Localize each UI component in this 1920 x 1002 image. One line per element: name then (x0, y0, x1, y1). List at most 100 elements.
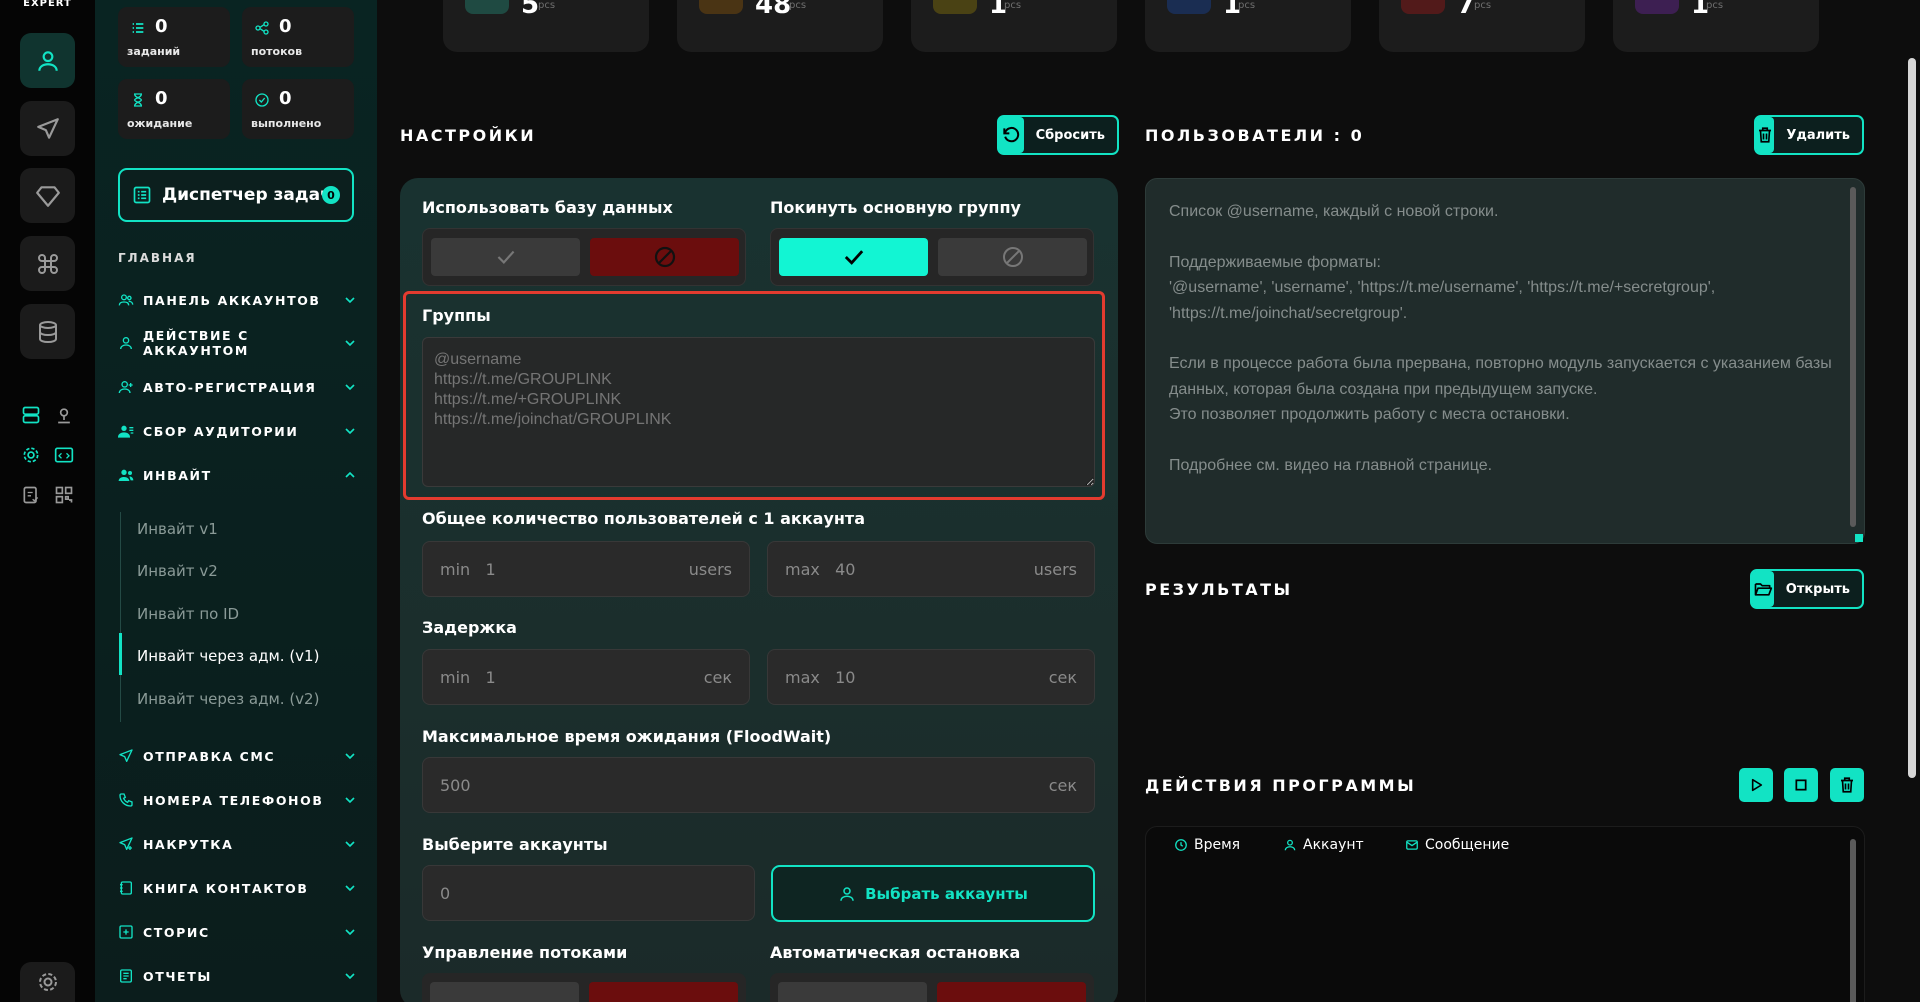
rail-settings-button[interactable] (20, 962, 75, 1002)
accounts-count-input[interactable]: 0 (422, 865, 755, 921)
nav-phone-numbers[interactable]: НОМЕРА ТЕЛЕФОНОВ (118, 788, 358, 812)
leave-group-toggle (770, 228, 1094, 286)
nav-reports[interactable]: ОТЧЕТЫ (118, 964, 358, 988)
clear-log-button[interactable] (1830, 768, 1864, 802)
use-db-label: Использовать базу данных (422, 198, 673, 217)
floodwait-input[interactable]: 500 сек (422, 757, 1095, 813)
location-icon[interactable] (52, 403, 76, 427)
stat-tasks: 0 заданий (118, 7, 230, 67)
play-button[interactable] (1739, 768, 1773, 802)
rail-send-button[interactable] (20, 101, 75, 156)
nav-label: СТОРИС (143, 924, 210, 940)
delay-max-prefix: max 10 (785, 668, 856, 687)
submenu-invite-by-id[interactable]: Инвайт по ID (137, 605, 239, 623)
nav-label: КНИГА КОНТАКТОВ (143, 880, 309, 896)
use-db-on-option[interactable] (431, 238, 580, 276)
nav-boost[interactable]: НАКРУТКА (118, 832, 358, 856)
user-card-icon (1167, 0, 1211, 14)
auto-stop-on-option[interactable] (778, 982, 927, 1002)
reset-button[interactable]: Сбросить (997, 115, 1119, 155)
nav-stories[interactable]: СТОРИС (118, 920, 358, 944)
users-max-input[interactable]: max 40 users (767, 541, 1095, 597)
checklist-icon[interactable] (19, 483, 43, 507)
users-min-input[interactable]: min 1 users (422, 541, 750, 597)
leave-group-off-option[interactable] (938, 238, 1087, 276)
leave-group-on-option[interactable] (779, 238, 928, 276)
heart-chart-icon (465, 0, 509, 14)
folder-open-icon (1754, 583, 1773, 596)
stat-done: 0 выполнено (242, 79, 354, 139)
leave-group-label: Покинуть основную группу (770, 198, 1021, 217)
database-icon (38, 320, 57, 343)
gauge-x-icon (1401, 0, 1445, 14)
user-icon (1284, 839, 1296, 851)
auto-stop-off-option[interactable] (937, 982, 1086, 1002)
stat-card-unit: pcs (789, 0, 807, 11)
users-textarea[interactable]: Список @username, каждый с новой строки.… (1145, 178, 1865, 544)
use-db-off-option[interactable] (590, 238, 739, 276)
gear-icon (38, 973, 57, 991)
threads-off-option[interactable] (589, 982, 738, 1002)
submenu-invite-admin-v1[interactable]: Инвайт через адм. (v1) (137, 647, 319, 665)
sidebar: 0 заданий 0 потоков 0 ожидание 0 выполне… (95, 0, 377, 1002)
submenu-invite-admin-v2[interactable]: Инвайт через адм. (v2) (137, 690, 319, 708)
delay-min-input[interactable]: min 1 сек (422, 649, 750, 705)
submenu-invite-v2[interactable]: Инвайт v2 (137, 562, 218, 580)
nav-label: ОТЧЕТЫ (143, 968, 212, 984)
nav-invite[interactable]: ИНВАЙТ (118, 463, 358, 487)
open-results-button[interactable]: Открыть (1750, 569, 1864, 609)
delete-users-button[interactable]: Удалить (1754, 115, 1864, 155)
submenu-invite-v1[interactable]: Инвайт v1 (137, 520, 218, 538)
rail-accounts-button[interactable] (20, 33, 75, 88)
book-icon (120, 881, 132, 895)
rail-premium-button[interactable] (20, 168, 75, 223)
qr-code-icon[interactable] (52, 483, 76, 507)
log-scrollbar[interactable] (1850, 839, 1856, 1002)
rail-command-button[interactable] (20, 236, 75, 291)
stat-card-unit: pcs (1004, 0, 1022, 11)
page-scrollbar[interactable] (1908, 58, 1916, 778)
users-placeholder: Список @username, каждый с новой строки.… (1169, 203, 1832, 475)
nav-audience[interactable]: СБОР АУДИТОРИИ (118, 419, 358, 443)
nav-label: СБОР АУДИТОРИИ (143, 423, 299, 439)
users-scrollbar[interactable] (1850, 187, 1856, 527)
stat-card-value: 5 (521, 0, 540, 20)
resize-handle-icon[interactable] (1855, 534, 1863, 542)
task-manager-button[interactable]: Диспетчер задач 0 (118, 168, 354, 222)
chevron-down-icon (345, 297, 355, 304)
nav-accounts-panel[interactable]: ПАНЕЛЬ АККАУНТОВ (118, 288, 358, 312)
code-window-icon[interactable] (52, 443, 76, 467)
nav-contacts-book[interactable]: КНИГА КОНТАКТОВ (118, 876, 358, 900)
users-title: ПОЛЬЗОВАТЕЛИ : 0 (1145, 126, 1365, 145)
delay-max-unit: сек (1048, 668, 1077, 687)
nav-account-action[interactable]: ДЕЙСТВИЕ С АККАУНТОМ (118, 328, 358, 358)
delay-label: Задержка (422, 618, 517, 637)
results-title: РЕЗУЛЬТАТЫ (1145, 580, 1293, 599)
stat-tasks-label: заданий (127, 45, 181, 58)
rail-database-button[interactable] (20, 304, 75, 359)
actions-title: ДЕЙСТВИЯ ПРОГРАММЫ (1145, 776, 1417, 795)
nav-send-sms[interactable]: ОТПРАВКА СМС (118, 744, 358, 768)
section-title-main: ГЛАВНАЯ (118, 251, 197, 265)
use-db-toggle (422, 228, 746, 286)
ban-icon (654, 246, 675, 268)
floodwait-unit: сек (1048, 776, 1077, 795)
server-icon[interactable] (19, 403, 43, 427)
highlight-box (403, 291, 1105, 500)
settings-gear-icon[interactable] (19, 443, 43, 467)
threads-on-option[interactable] (430, 982, 579, 1002)
stat-card-3: 1 pcs (911, 0, 1117, 52)
threads-label: Управление потоками (422, 943, 628, 962)
choose-accounts-button[interactable]: Выбрать аккаунты (771, 865, 1095, 922)
delay-max-input[interactable]: max 10 сек (767, 649, 1095, 705)
log-col-time-label: Время (1194, 837, 1241, 853)
check-icon (844, 250, 863, 265)
check-icon (497, 250, 514, 264)
nav-auto-registration[interactable]: АВТО-РЕГИСТРАЦИЯ (118, 375, 358, 399)
send-icon (36, 117, 59, 139)
delete-icon-box (1756, 117, 1775, 153)
check-circle-icon (255, 93, 269, 107)
stop-button[interactable] (1784, 768, 1818, 802)
nav-label: АВТО-РЕГИСТРАЦИЯ (143, 379, 317, 395)
delay-min-unit: сек (703, 668, 732, 687)
